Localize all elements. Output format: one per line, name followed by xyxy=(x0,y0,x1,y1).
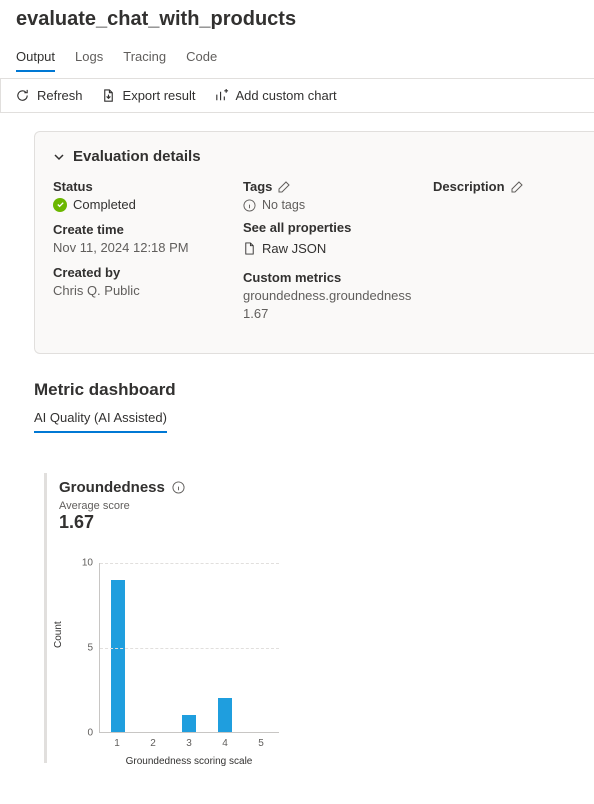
x-tick: 2 xyxy=(135,738,171,749)
raw-json-label: Raw JSON xyxy=(262,241,326,256)
y-tick: 5 xyxy=(73,643,93,654)
description-label: Description xyxy=(433,179,505,194)
avg-score-value: 1.67 xyxy=(59,512,344,533)
see-all-properties-link[interactable]: See all properties xyxy=(243,220,393,235)
custom-metrics-label: Custom metrics xyxy=(243,270,393,285)
export-button[interactable]: Export result xyxy=(101,88,196,103)
tab-tracing[interactable]: Tracing xyxy=(123,43,166,72)
tab-output[interactable]: Output xyxy=(16,43,55,72)
no-tags-text: No tags xyxy=(262,198,305,212)
x-axis-label: Groundedness scoring scale xyxy=(99,756,279,767)
x-tick: 3 xyxy=(171,738,207,749)
y-axis-label: Count xyxy=(53,621,64,648)
status-value: Completed xyxy=(73,197,136,212)
x-tick: 4 xyxy=(207,738,243,749)
export-label: Export result xyxy=(123,88,196,103)
tags-label: Tags xyxy=(243,179,272,194)
refresh-button[interactable]: Refresh xyxy=(15,88,83,103)
add-chart-label: Add custom chart xyxy=(236,88,337,103)
y-tick: 0 xyxy=(73,728,93,739)
page-title: evaluate_chat_with_products xyxy=(16,8,594,31)
success-icon xyxy=(53,198,67,212)
create-time-label: Create time xyxy=(53,222,203,237)
bar xyxy=(182,715,196,732)
x-tick: 1 xyxy=(99,738,135,749)
edit-description-icon[interactable] xyxy=(511,181,523,193)
groundedness-chart: Count 0510 12345 Groundedness scoring sc… xyxy=(59,563,279,763)
dashboard-heading: Metric dashboard xyxy=(34,380,594,400)
custom-metric-name: groundedness.groundedness xyxy=(243,288,393,303)
custom-metric-value: 1.67 xyxy=(243,306,393,321)
tab-logs[interactable]: Logs xyxy=(75,43,103,72)
tabs: Output Logs Tracing Code xyxy=(16,43,594,72)
create-time-value: Nov 11, 2024 12:18 PM xyxy=(53,240,203,255)
info-icon xyxy=(243,199,256,212)
chevron-down-icon xyxy=(53,151,65,163)
status-label: Status xyxy=(53,179,203,194)
groundedness-card: Groundedness Average score 1.67 Count 0 5… xyxy=(44,473,344,763)
x-tick: 5 xyxy=(243,738,279,749)
evaluation-details-card: Evaluation details Status Completed Crea… xyxy=(34,131,594,354)
chart-add-icon xyxy=(214,88,229,103)
created-by-value: Chris Q. Public xyxy=(53,283,203,298)
export-icon xyxy=(101,88,116,103)
chart-title: Groundedness xyxy=(59,479,165,496)
tab-code[interactable]: Code xyxy=(186,43,217,72)
details-heading: Evaluation details xyxy=(73,148,201,165)
info-icon[interactable] xyxy=(172,481,185,494)
refresh-icon xyxy=(15,88,30,103)
created-by-label: Created by xyxy=(53,265,203,280)
file-icon xyxy=(243,242,256,255)
add-chart-button[interactable]: Add custom chart xyxy=(214,88,337,103)
toolbar: Refresh Export result Add custom chart xyxy=(0,78,594,113)
refresh-label: Refresh xyxy=(37,88,83,103)
avg-score-label: Average score xyxy=(59,500,344,512)
raw-json-link[interactable]: Raw JSON xyxy=(243,241,393,256)
details-toggle[interactable]: Evaluation details xyxy=(53,148,576,165)
bar xyxy=(111,580,125,732)
subtab-ai-quality[interactable]: AI Quality (AI Assisted) xyxy=(34,406,167,433)
bar xyxy=(218,698,232,732)
edit-tags-icon[interactable] xyxy=(278,181,290,193)
y-tick: 10 xyxy=(73,558,93,569)
